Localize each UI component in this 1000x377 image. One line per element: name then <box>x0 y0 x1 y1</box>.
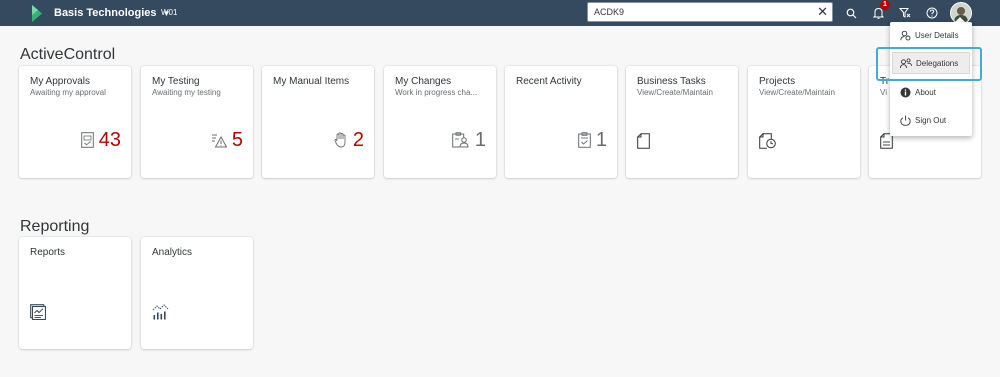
help-icon <box>926 7 938 19</box>
menu-item-user-details[interactable]: User Details <box>892 24 970 46</box>
tile-subtitle: Awaiting my testing <box>152 88 221 97</box>
tile-count: 1 <box>595 129 607 151</box>
tile-title: Recent Activity <box>516 76 582 87</box>
tile-title: Business Tasks <box>637 76 706 87</box>
menu-item-label: User Details <box>915 30 959 40</box>
menu-item-about[interactable]: About <box>892 81 970 103</box>
approval-doc-icon <box>80 132 94 148</box>
power-icon <box>899 115 911 126</box>
filter-icon <box>899 8 911 18</box>
basis-logo-icon <box>32 5 42 22</box>
delegations-highlight <box>876 47 982 81</box>
analytics-icon <box>152 304 169 320</box>
tile-analytics[interactable]: Analytics <box>141 237 253 349</box>
info-icon <box>900 87 910 97</box>
tile-title: My Manual Items <box>273 76 350 87</box>
system-id: W01 <box>161 8 178 17</box>
tile-count: 2 <box>352 129 364 151</box>
tile-title: Analytics <box>152 247 193 258</box>
search-icon <box>846 8 856 18</box>
section-title-activecontrol: ActiveControl <box>20 46 116 63</box>
report-icon <box>30 304 46 320</box>
search-field[interactable]: ✕ <box>587 2 833 22</box>
tile-my-changes[interactable]: My Changes Work in progress cha... 1 <box>384 66 496 178</box>
tile-subtitle: View/Create/Maintain <box>759 88 835 97</box>
tile-count: 5 <box>231 129 243 151</box>
tile-title: My Testing <box>152 76 200 87</box>
tile-recent-activity[interactable]: Recent Activity 1 <box>505 66 617 178</box>
tile-subtitle: Work in progress cha... <box>395 88 478 97</box>
tile-title: Reports <box>30 247 66 258</box>
tile-my-manual-items[interactable]: My Manual Items 2 <box>262 66 374 178</box>
shell-bar: Basis Technologies ▼ W01 ✕ 1 <box>0 0 1000 26</box>
person-doc-icon <box>452 132 469 148</box>
notification-badge: 1 <box>880 0 890 10</box>
menu-item-sign-out[interactable]: Sign Out <box>892 109 970 131</box>
app-switcher[interactable]: Basis Technologies ▼ <box>54 0 170 26</box>
tile-business-tasks[interactable]: Business Tasks View/Create/Maintain <box>626 66 738 178</box>
tile-subtitle: Awaiting my approval <box>30 88 106 97</box>
menu-item-label: About <box>915 87 936 97</box>
clear-icon[interactable]: ✕ <box>817 5 828 19</box>
tile-title: My Approvals <box>30 76 91 87</box>
document-clock-icon <box>759 133 776 149</box>
tile-my-approvals[interactable]: My Approvals Awaiting my approval 43 <box>19 66 131 178</box>
tile-my-testing[interactable]: My Testing Awaiting my testing 5 <box>141 66 253 178</box>
tile-reports[interactable]: Reports <box>19 237 131 349</box>
tile-count: 43 <box>98 129 121 151</box>
search-input[interactable] <box>594 5 804 19</box>
tile-title: Projects <box>759 76 796 87</box>
tile-subtitle: View/Create/Maintain <box>637 88 713 97</box>
document-icon <box>637 133 650 149</box>
clipboard-check-icon <box>578 132 591 148</box>
warning-list-icon <box>211 134 227 148</box>
hand-icon <box>334 132 346 148</box>
tile-title: My Changes <box>395 76 452 87</box>
tile-projects[interactable]: Projects View/Create/Maintain <box>748 66 860 178</box>
tile-count: 1 <box>474 129 486 151</box>
search-button[interactable] <box>840 0 862 26</box>
menu-item-label: Sign Out <box>915 115 947 125</box>
user-settings-icon <box>899 30 910 40</box>
brand-title: Basis Technologies <box>54 7 157 19</box>
section-title-reporting: Reporting <box>20 218 90 235</box>
